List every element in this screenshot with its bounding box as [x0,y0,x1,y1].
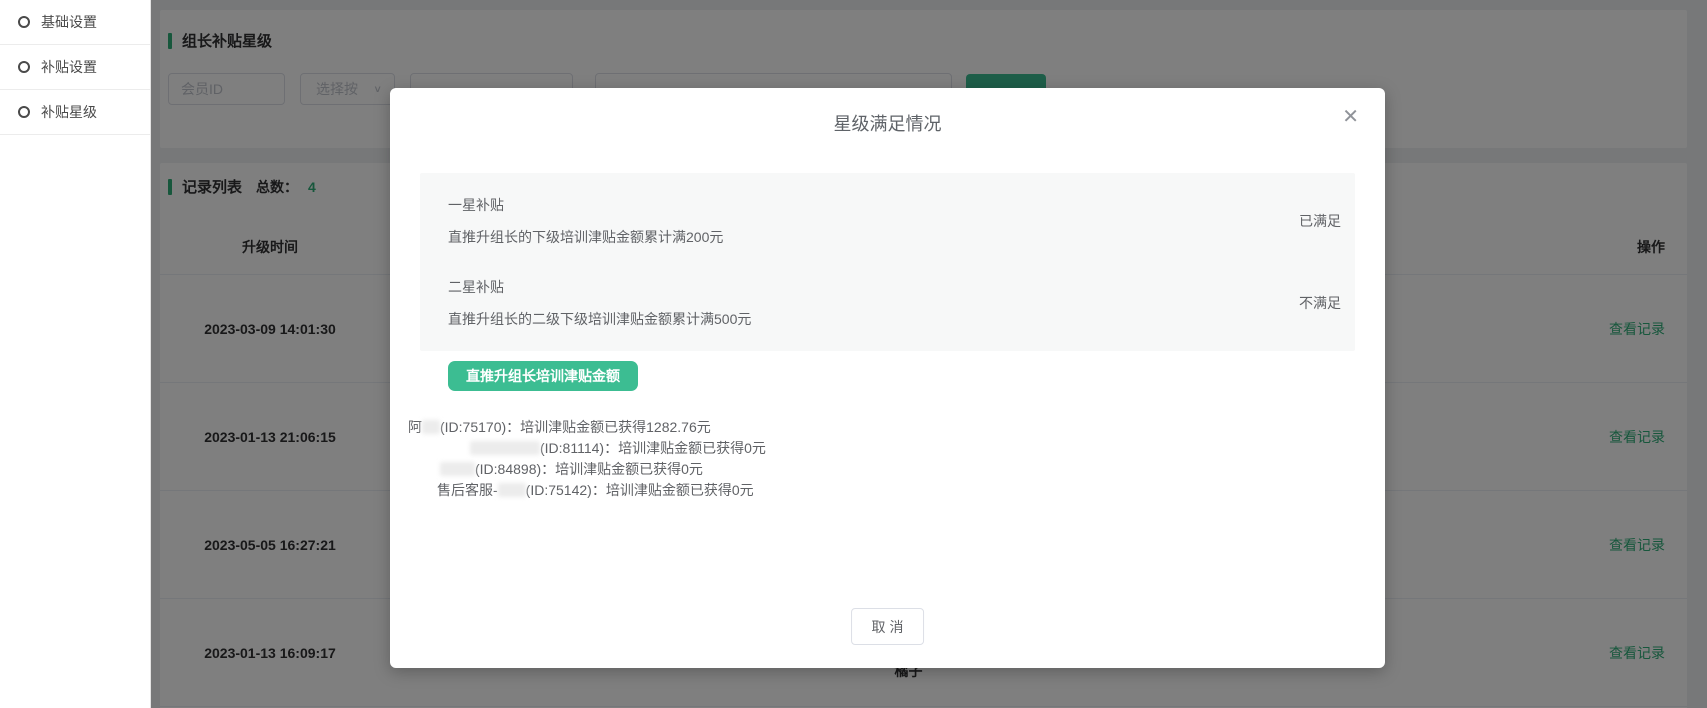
close-icon[interactable]: ✕ [1342,106,1359,126]
radio-circle-icon [18,61,30,73]
condition-desc: 直推升组长的下级培训津贴金额累计满200元 [448,227,723,247]
star-status-dialog: ✕ 星级满足情况 一星补贴 直推升组长的下级培训津贴金额累计满200元 已满足 … [390,88,1385,668]
sidebar-item-basic-settings[interactable]: 基础设置 [0,0,150,45]
cancel-button[interactable]: 取 消 [851,608,925,645]
redacted-name [440,462,475,476]
condition-desc: 直推升组长的二级下级培训津贴金额累计满500元 [448,309,751,329]
condition-row-one-star: 一星补贴 直推升组长的下级培训津贴金额累计满200元 已满足 [448,195,1341,247]
subsidy-amount-button[interactable]: 直推升组长培训津贴金额 [448,361,638,391]
status-badge: 不满足 [1299,293,1341,313]
status-badge: 已满足 [1299,211,1341,231]
dialog-title: 星级满足情况 [390,88,1385,136]
sidebar-item-subsidy-settings[interactable]: 补贴设置 [0,45,150,90]
sidebar-item-subsidy-star[interactable]: 补贴星级 [0,90,150,135]
sidebar: 基础设置 补贴设置 补贴星级 [0,0,151,708]
condition-row-two-star: 二星补贴 直推升组长的二级下级培训津贴金额累计满500元 不满足 [448,277,1341,329]
sidebar-item-label: 基础设置 [41,12,97,32]
redacted-name [422,420,440,434]
conditions-panel: 一星补贴 直推升组长的下级培训津贴金额累计满200元 已满足 二星补贴 直推升组… [420,173,1355,351]
radio-circle-icon [18,106,30,118]
condition-name: 一星补贴 [448,195,723,215]
member-line: (ID:84898)：培训津贴金额已获得0元 [408,459,1385,480]
condition-name: 二星补贴 [448,277,751,297]
member-subsidy-list: 阿(ID:75170)：培训津贴金额已获得1282.76元 (ID:81114)… [408,417,1385,501]
radio-circle-icon [18,16,30,28]
redacted-name [470,441,540,455]
sidebar-item-label: 补贴星级 [41,102,97,122]
member-line: (ID:81114)：培训津贴金额已获得0元 [408,438,1385,459]
member-line: 售后客服-(ID:75142)：培训津贴金额已获得0元 [408,480,1385,501]
redacted-name [498,483,526,497]
sidebar-item-label: 补贴设置 [41,57,97,77]
member-line: 阿(ID:75170)：培训津贴金额已获得1282.76元 [408,417,1385,438]
